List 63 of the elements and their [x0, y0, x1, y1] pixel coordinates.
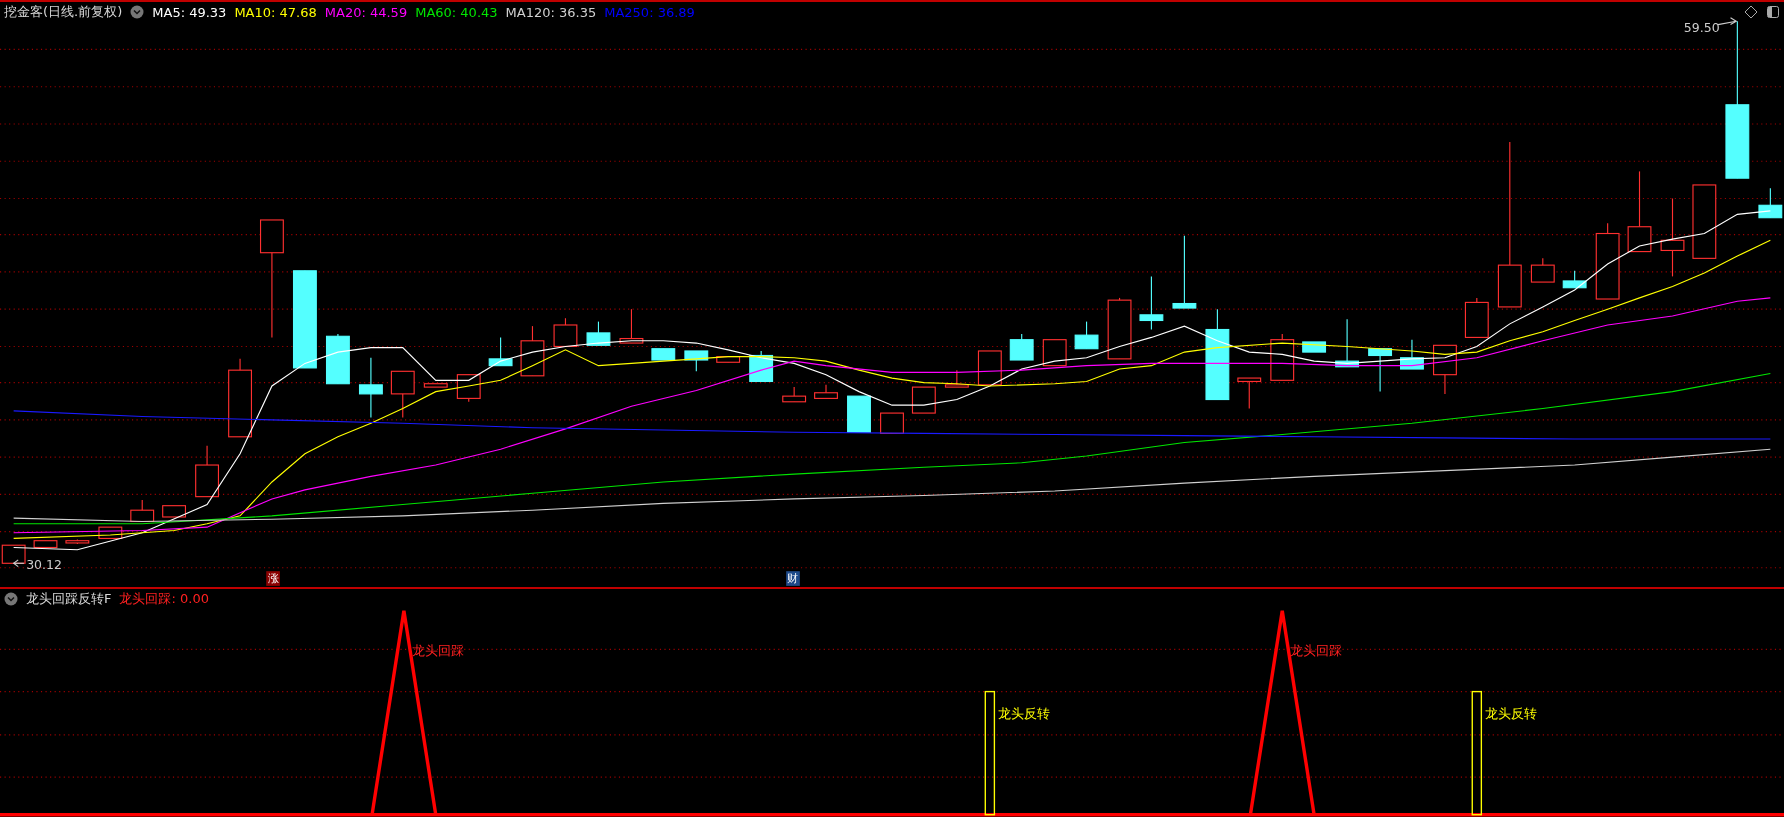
moving-average-label: MA10: 47.68 [234, 4, 317, 20]
candlestick [195, 445, 219, 498]
candlestick [782, 386, 807, 403]
indicator-title: 龙头回踩反转F [26, 590, 112, 608]
candlestick [1009, 333, 1034, 361]
candlestick [325, 333, 350, 385]
candlestick [130, 499, 155, 523]
candlestick [1400, 339, 1424, 370]
high-price-arrow [1717, 17, 1738, 26]
high-price-label: 59.50 [1683, 20, 1720, 36]
candlestick [1464, 297, 1489, 338]
signal-label: 龙头回踩 [1290, 643, 1343, 659]
candlestick [944, 369, 969, 388]
candlestick [847, 395, 871, 433]
candlestick [911, 386, 936, 414]
candlestick [488, 336, 513, 367]
candlestick [1368, 348, 1393, 393]
signal-label: 龙头反转 [997, 705, 1050, 721]
candlestick [1107, 297, 1132, 360]
candlestick [716, 356, 741, 363]
candlestick [1530, 257, 1555, 283]
low-price-label: 30.12 [26, 557, 62, 572]
candlestick [423, 383, 448, 388]
chart-title: 挖金客(日线.前复权) [4, 3, 123, 21]
candlestick [1335, 318, 1360, 368]
candlestick [619, 308, 644, 344]
candlestick [520, 325, 545, 377]
candlestick [977, 350, 1002, 386]
moving-average-label: MA250: 36.89 [604, 4, 695, 20]
moving-average-label: MA20: 44.59 [324, 4, 408, 20]
event-badge: 财 [786, 571, 800, 586]
dropdown-icon[interactable] [4, 592, 18, 606]
signal-label: 龙头反转 [1484, 705, 1537, 721]
candlestick [880, 412, 904, 434]
candlestick [1758, 187, 1783, 219]
candlestick [1237, 377, 1262, 410]
event-badge: 涨 [266, 571, 280, 586]
low-price-arrow [12, 559, 25, 568]
dropdown-icon[interactable] [130, 5, 145, 19]
candlestick [684, 350, 709, 372]
candlestick [33, 540, 58, 549]
moving-average-label: MA60: 40.43 [415, 4, 498, 20]
candlestick [1074, 321, 1099, 350]
candlestick [162, 505, 186, 518]
candlestick [98, 526, 123, 539]
candlestick [1139, 275, 1164, 331]
candlestick [651, 348, 676, 361]
moving-average-label: MA5: 49.33 [152, 4, 227, 20]
candlestick [1042, 339, 1067, 367]
window-icon[interactable] [1766, 5, 1780, 19]
candlestick [553, 317, 578, 347]
candlestick [586, 321, 611, 346]
candlestick [814, 384, 838, 399]
candlestick [65, 539, 90, 545]
candlestick [1302, 341, 1327, 353]
diamond-icon[interactable] [1744, 5, 1758, 19]
signal-label: 龙头回踩 [411, 643, 464, 659]
indicator-reading: 龙头回踩: 0.00 [119, 590, 209, 608]
candlestick [1433, 344, 1457, 395]
candlestick [358, 357, 383, 419]
moving-average-label: MA120: 36.35 [505, 4, 597, 20]
candlestick [390, 370, 415, 419]
candlestick [1562, 270, 1587, 289]
